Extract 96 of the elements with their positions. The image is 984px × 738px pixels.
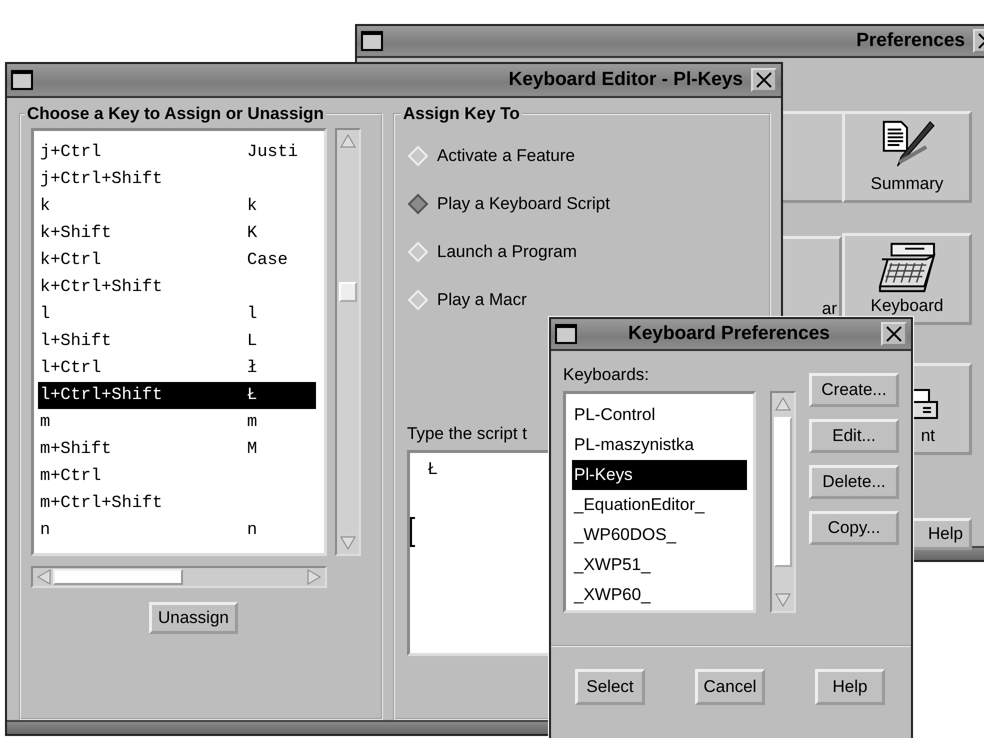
keyboard-item[interactable]: _XWP51_ <box>572 550 747 580</box>
radio-option[interactable]: Play a Macr <box>407 276 527 324</box>
button-label: Keyboard <box>870 296 944 316</box>
radio-option[interactable]: Play a Keyboard Script <box>407 180 610 228</box>
dialog-button[interactable]: Select <box>575 669 645 705</box>
keyboard-item[interactable]: _XWP60_ <box>572 580 747 610</box>
key-row[interactable]: k+Ctrl+Shift <box>38 274 316 301</box>
button-label: ar <box>822 299 837 319</box>
key-assignment: Ł <box>247 386 258 405</box>
dialog-button[interactable]: Help <box>814 669 885 705</box>
down-arrow-icon[interactable] <box>340 536 356 550</box>
window-menu-icon[interactable] <box>11 70 33 90</box>
preference-button[interactable]: Summary <box>842 111 972 203</box>
window-title: Keyboard Editor - Pl-Keys <box>508 69 743 91</box>
close-button[interactable] <box>881 322 907 346</box>
button-label: nt <box>920 426 935 446</box>
key-name: n <box>40 521 52 540</box>
key-assignment: Case <box>247 251 288 270</box>
unassign-button[interactable]: Unassign <box>149 602 238 634</box>
up-arrow-icon[interactable] <box>775 397 791 411</box>
key-name: j+Ctrl <box>40 143 102 162</box>
key-row[interactable]: m+Ctrl+Shift <box>38 490 316 517</box>
key-row[interactable]: j+Ctrl+Shift <box>38 166 316 193</box>
up-arrow-icon[interactable] <box>340 134 356 148</box>
key-row[interactable]: l+Ctrl+Shift Ł <box>38 382 316 409</box>
key-name: m <box>40 413 52 432</box>
key-list[interactable]: j+Ctrl Justi j+Ctrl+Shift k k k+Shift K k+Ctrl Case k+Ctrl+Shift l l l+Shift L l+Ctrl ł l+Ctrl+Shift Ł m m m+Shift M m+Ctrl m+Ctrl+Shift n n <box>31 128 327 556</box>
keyboard-item[interactable]: PL-maszynistka <box>572 430 747 460</box>
key-row[interactable]: j+Ctrl Justi <box>38 139 316 166</box>
script-label: Type the script t <box>407 424 528 444</box>
preference-button[interactable]: Keyboard <box>842 233 972 325</box>
key-row[interactable]: k k <box>38 193 316 220</box>
left-arrow-icon[interactable] <box>37 569 51 585</box>
group-title: Assign Key To <box>402 104 521 124</box>
key-name: l+Ctrl <box>40 359 102 378</box>
key-row[interactable]: m+Shift M <box>38 436 316 463</box>
close-button[interactable] <box>751 68 777 92</box>
key-row[interactable]: k+Ctrl Case <box>38 247 316 274</box>
vertical-scrollbar[interactable] <box>770 391 796 613</box>
key-name: l+Shift <box>40 332 112 351</box>
window-menu-icon[interactable] <box>555 324 577 344</box>
window-menu-icon[interactable] <box>361 31 383 51</box>
key-name: l+Ctrl+Shift <box>40 386 164 405</box>
action-button[interactable]: Copy... <box>809 511 899 545</box>
horizontal-scrollbar[interactable] <box>31 566 327 588</box>
key-name: k+Shift <box>40 224 112 243</box>
key-assignment: l <box>247 305 258 324</box>
option-label: Activate a Feature <box>437 146 575 166</box>
group-title: Choose a Key to Assign or Unassign <box>26 104 325 124</box>
key-name: j+Ctrl+Shift <box>40 170 164 189</box>
key-row[interactable]: l+Shift L <box>38 328 316 355</box>
list-label: Keyboards: <box>563 365 650 385</box>
key-row[interactable]: n n <box>38 517 316 544</box>
down-arrow-icon[interactable] <box>775 593 791 607</box>
key-row[interactable]: l l <box>38 301 316 328</box>
action-button[interactable]: Edit... <box>809 419 899 453</box>
key-assignment: K <box>247 224 258 243</box>
key-name: l <box>40 305 52 324</box>
key-assignment: M <box>247 440 258 459</box>
key-assignment: L <box>247 332 258 351</box>
action-button[interactable]: Delete... <box>809 465 899 499</box>
action-button[interactable]: Create... <box>809 373 899 407</box>
key-name: m+Ctrl <box>40 467 102 486</box>
keyboard-list[interactable]: PL-Control PL-maszynistka Pl-Keys _EquationEditor_ _WP60DOS_ _XWP51_ _XWP60_ <box>563 391 756 613</box>
key-assignment: k <box>247 197 258 216</box>
key-assignment: m <box>247 413 258 432</box>
dialog-button[interactable]: Cancel <box>694 669 766 705</box>
keyboard-item[interactable]: _EquationEditor_ <box>572 490 747 520</box>
right-arrow-icon[interactable] <box>307 569 321 585</box>
key-row[interactable]: l+Ctrl ł <box>38 355 316 382</box>
key-assignment: Justi <box>247 143 298 162</box>
radio-option[interactable]: Activate a Feature <box>407 132 575 180</box>
option-label: Play a Macr <box>437 290 527 310</box>
vertical-scrollbar[interactable] <box>335 128 361 556</box>
key-name: k+Ctrl <box>40 251 102 270</box>
key-assignment: n <box>247 521 258 540</box>
keyboard-item[interactable]: _WP60DOS_ <box>572 520 747 550</box>
key-assignment: ł <box>247 359 258 378</box>
radio-option[interactable]: Launch a Program <box>407 228 577 276</box>
radio-diamond[interactable] <box>407 193 429 215</box>
key-name: m+Shift <box>40 440 112 459</box>
option-label: Play a Keyboard Script <box>437 194 610 214</box>
window-title: Preferences <box>855 30 965 52</box>
keyboard-item[interactable]: Pl-Keys <box>572 460 747 490</box>
key-row[interactable]: k+Shift K <box>38 220 316 247</box>
key-row[interactable]: m+Ctrl <box>38 463 316 490</box>
key-row[interactable]: m m <box>38 409 316 436</box>
scroll-thumb[interactable] <box>53 569 183 585</box>
option-label: Launch a Program <box>437 242 577 262</box>
key-name: m+Ctrl+Shift <box>40 494 164 513</box>
text-cursor-icon <box>410 517 416 547</box>
keyboard-item[interactable]: PL-Control <box>572 400 747 430</box>
button-label: Summary <box>870 174 944 194</box>
script-text: Ł <box>428 459 438 479</box>
key-name: k+Ctrl+Shift <box>40 278 164 297</box>
key-name: k <box>40 197 52 216</box>
